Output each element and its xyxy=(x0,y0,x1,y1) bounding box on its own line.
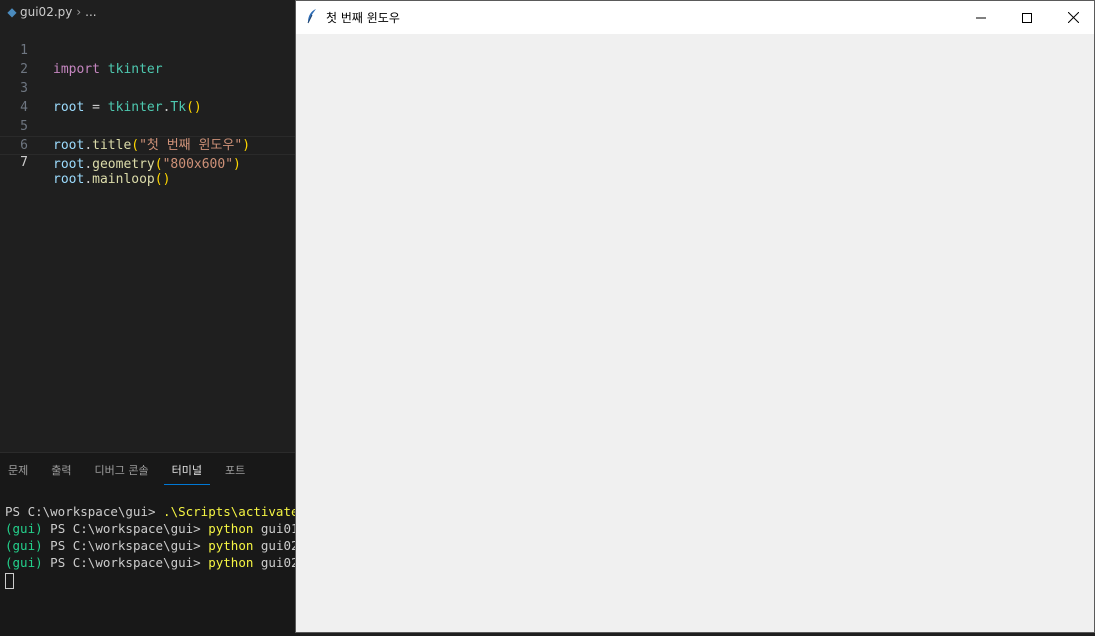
code-line[interactable]: 1 import tkinter xyxy=(0,22,300,77)
panel-tabs: 문제 출력 디버그 콘솔 터미널 포트 xyxy=(0,461,260,485)
tab-debug-console[interactable]: 디버그 콘솔 xyxy=(87,461,157,485)
code-line-current[interactable]: 7 root.mainloop() xyxy=(0,136,300,187)
line-number: 7 xyxy=(20,155,28,170)
tk-window[interactable]: 첫 번째 윈도우 xyxy=(295,0,1095,633)
feather-icon xyxy=(306,8,322,28)
python-file-icon: ◆ xyxy=(7,5,17,19)
tab-ports[interactable]: 포트 xyxy=(217,461,253,485)
breadcrumb-file[interactable]: gui02.py xyxy=(20,5,72,19)
code-line[interactable]: 3 root = tkinter.Tk() xyxy=(0,60,300,115)
code-editor[interactable]: ◆ gui02.py › ... 1 import tkinter 2 3 ro… xyxy=(0,0,321,636)
code-area[interactable]: 1 import tkinter 2 3 root = tkinter.Tk()… xyxy=(0,22,300,187)
code-line[interactable]: 2 xyxy=(0,41,300,77)
terminal-line xyxy=(5,571,321,589)
terminal-line: (gui) PS C:\workspace\gui> python gui02.… xyxy=(5,538,322,553)
terminal-line: (gui) PS C:\workspace\gui> python gui02.… xyxy=(5,555,322,570)
window-titlebar[interactable]: 첫 번째 윈도우 xyxy=(296,1,1094,34)
code-line[interactable]: 6 root.geometry("800x600") xyxy=(0,117,300,172)
bottom-panel: 문제 출력 디버그 콘솔 터미널 포트 PS C:\workspace\gui>… xyxy=(0,452,321,636)
minimize-button[interactable] xyxy=(958,1,1004,34)
tab-terminal[interactable]: 터미널 xyxy=(163,461,210,485)
tab-output[interactable]: 출력 xyxy=(43,461,79,485)
close-icon xyxy=(1067,12,1079,23)
code-text: root.mainloop() xyxy=(53,172,171,187)
terminal-line: (gui) PS C:\workspace\gui> python gui01.… xyxy=(5,521,322,536)
window-title: 첫 번째 윈도우 xyxy=(326,11,400,25)
maximize-button[interactable] xyxy=(1004,1,1050,34)
chevron-right-icon: › xyxy=(76,5,82,19)
breadcrumb: ◆ gui02.py › ... xyxy=(0,0,300,24)
code-line[interactable]: 4 xyxy=(0,79,300,115)
window-content[interactable] xyxy=(296,34,1094,632)
minimize-icon xyxy=(976,17,986,18)
close-button[interactable] xyxy=(1050,1,1095,34)
terminal[interactable]: PS C:\workspace\gui> .\Scripts\activate … xyxy=(5,503,322,589)
terminal-line: PS C:\workspace\gui> .\Scripts\activate xyxy=(5,504,299,519)
maximize-icon xyxy=(1022,12,1032,23)
code-line[interactable]: 5 root.title("첫 번째 윈도우") xyxy=(0,98,300,153)
breadcrumb-ellipsis[interactable]: ... xyxy=(85,5,96,19)
tab-problems[interactable]: 문제 xyxy=(0,461,36,485)
terminal-cursor xyxy=(5,572,14,589)
